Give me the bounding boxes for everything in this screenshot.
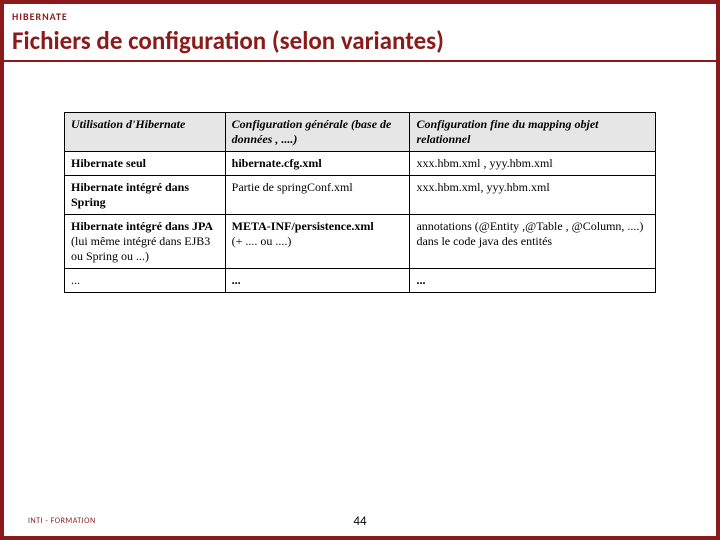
table-row: Hibernate intégré dans JPA (lui même int… xyxy=(65,215,656,269)
small-title: HIBERNATE xyxy=(12,10,708,23)
footer: INTI - FORMATION 44 xyxy=(4,516,716,526)
config-table: Utilisation d'Hibernate Configuration gé… xyxy=(64,112,656,293)
cell-general-text: hibernate.cfg.xml xyxy=(232,156,322,170)
content-area: Utilisation d'Hibernate Configuration gé… xyxy=(4,62,716,293)
table-row: Hibernate seul hibernate.cfg.xml xxx.hbm… xyxy=(65,152,656,176)
cell-general: ... xyxy=(225,269,410,293)
col-header-usage: Utilisation d'Hibernate xyxy=(65,113,226,152)
cell-general-text: ... xyxy=(232,273,241,287)
header: HIBERNATE Fichiers de configuration (sel… xyxy=(4,4,716,60)
cell-usage: Hibernate intégré dans JPA (lui même int… xyxy=(65,215,226,269)
page-number: 44 xyxy=(353,514,366,529)
cell-usage: Hibernate seul xyxy=(65,152,226,176)
cell-usage: ... xyxy=(65,269,226,293)
cell-mapping: xxx.hbm.xml , yyy.hbm.xml xyxy=(410,152,656,176)
footer-org: INTI - FORMATION xyxy=(28,516,96,526)
col-header-general: Configuration générale (base de données … xyxy=(225,113,410,152)
table-header-row: Utilisation d'Hibernate Configuration gé… xyxy=(65,113,656,152)
cell-general: META-INF/persistence.xml (+ .... ou ....… xyxy=(225,215,410,269)
slide-frame: HIBERNATE Fichiers de configuration (sel… xyxy=(0,0,720,540)
cell-mapping: ... xyxy=(410,269,656,293)
cell-general-head: META-INF/persistence.xml xyxy=(232,219,374,233)
cell-mapping: annotations (@Entity ,@Table , @Column, … xyxy=(410,215,656,269)
cell-usage-head: Hibernate intégré dans Spring xyxy=(71,180,189,209)
cell-mapping-text: ... xyxy=(416,273,425,287)
col-header-mapping: Configuration fine du mapping objet rela… xyxy=(410,113,656,152)
cell-general: hibernate.cfg.xml xyxy=(225,152,410,176)
cell-usage: Hibernate intégré dans Spring xyxy=(65,176,226,215)
cell-general: Partie de springConf.xml xyxy=(225,176,410,215)
main-title: Fichiers de configuration (selon variant… xyxy=(12,23,708,60)
cell-mapping: xxx.hbm.xml, yyy.hbm.xml xyxy=(410,176,656,215)
table-row: ... ... ... xyxy=(65,269,656,293)
cell-usage-head: Hibernate seul xyxy=(71,156,146,170)
table-row: Hibernate intégré dans Spring Partie de … xyxy=(65,176,656,215)
cell-usage-head: Hibernate intégré dans JPA xyxy=(71,219,213,233)
cell-usage-sub: (lui même intégré dans EJB3 ou Spring ou… xyxy=(71,234,219,264)
cell-general-sub: (+ .... ou ....) xyxy=(232,234,292,248)
